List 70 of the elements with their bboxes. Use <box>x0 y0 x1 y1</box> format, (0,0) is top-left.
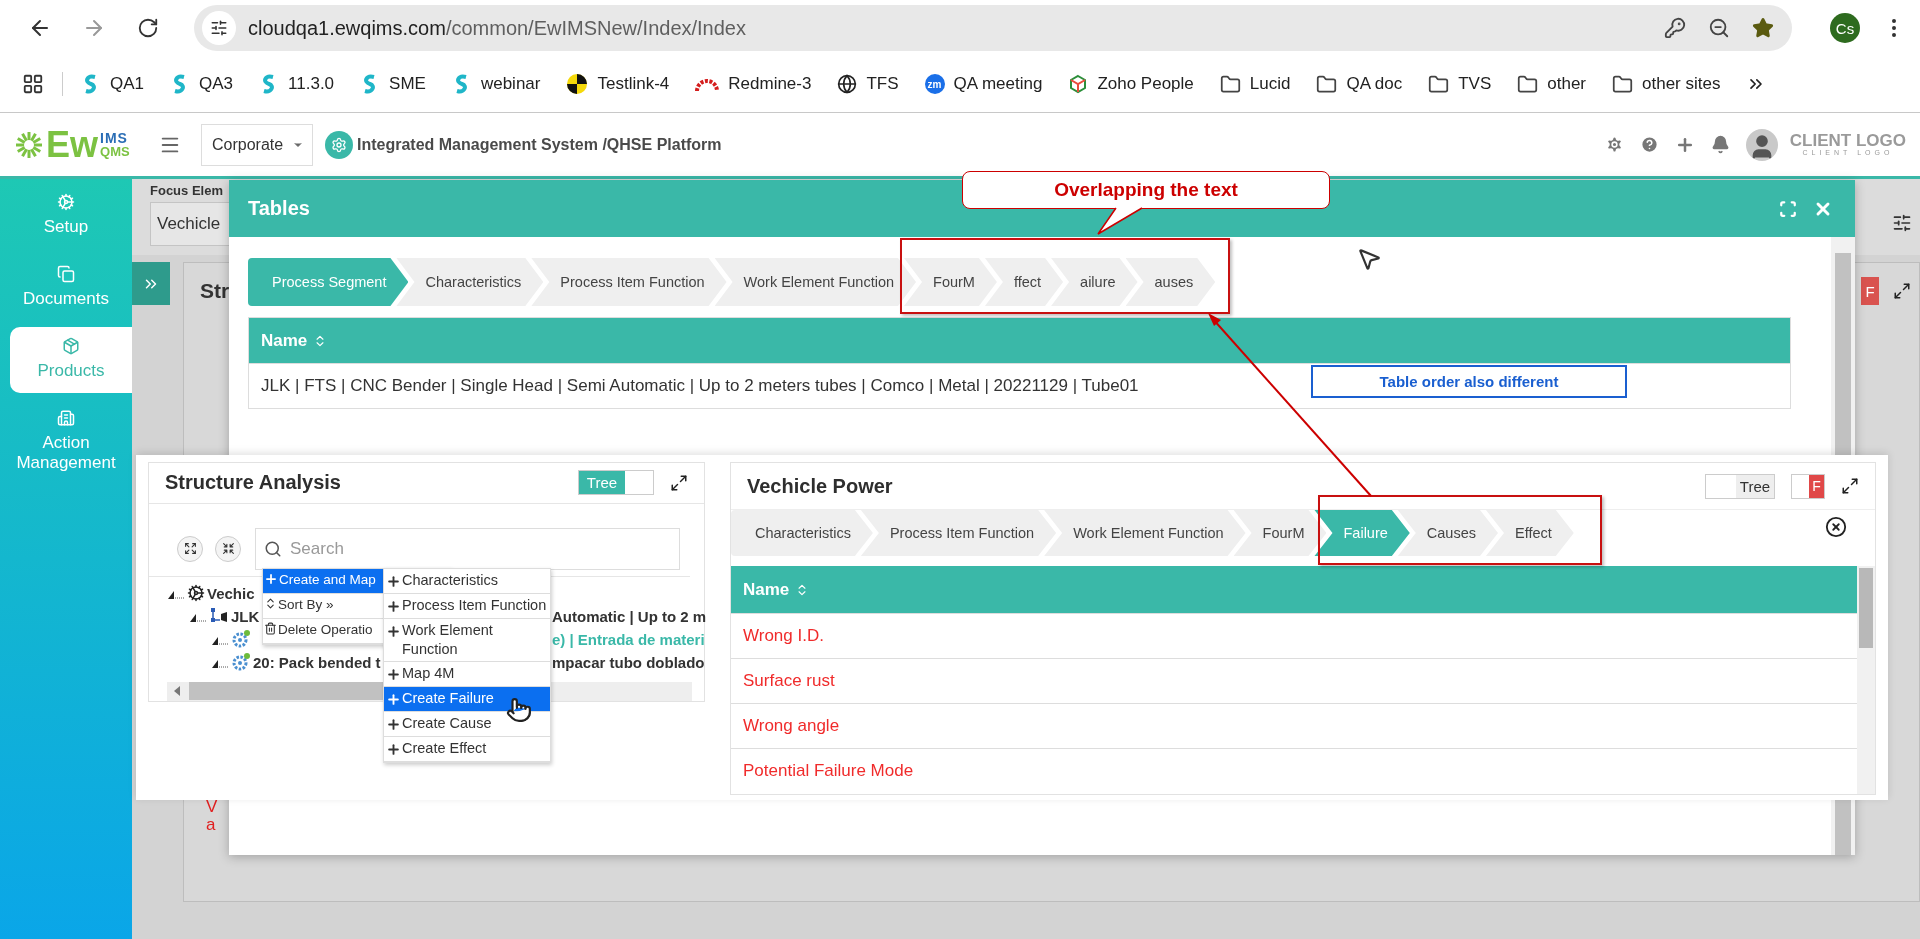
bookmark-link[interactable]: QA3 <box>170 74 234 94</box>
step-tab[interactable]: FourM <box>904 258 997 306</box>
logo-text: Ew <box>46 126 98 163</box>
note-label: Table order also different <box>1311 365 1627 398</box>
table-cell: Wrong angle <box>731 703 1857 748</box>
bookmark-link[interactable]: QA1 <box>81 74 145 94</box>
bookmark-link[interactable]: SME <box>360 74 426 94</box>
bookmark-link[interactable]: TFS <box>837 74 899 94</box>
menu-item[interactable]: Map 4M <box>384 662 550 687</box>
bookmark-link[interactable]: Redmine-3 <box>695 74 812 94</box>
panel-title: Str <box>200 279 230 303</box>
logo-text: QMS <box>100 145 130 158</box>
table-cell: Potential Failure Mode <box>731 748 1857 793</box>
step-tab[interactable]: Work Element Function <box>1044 510 1246 556</box>
tree-node-label[interactable]: Vechic <box>207 584 255 602</box>
menu-item-label: Map 4M <box>402 664 455 683</box>
app-title: Integrated Management System /QHSE Platform <box>357 135 723 154</box>
modal-title: Tables <box>248 197 311 220</box>
bookmark-link[interactable]: Zoho People <box>1068 74 1194 94</box>
step-tab[interactable]: Characteristics <box>396 258 544 306</box>
menu-item[interactable]: Process Item Function <box>384 594 550 619</box>
organization-select[interactable]: Corporate <box>201 123 313 166</box>
profile-avatar[interactable]: Cs <box>1830 13 1860 43</box>
address-bar[interactable]: cloudqa1.ewqims.com/common/EwIMSNew/Index/Index <box>194 5 1792 51</box>
bookmark-link[interactable]: 11.3.0 <box>259 74 335 94</box>
client-logo-text: CLIENT LOGO <box>1789 132 1906 150</box>
flag-toggle[interactable]: F <box>1791 473 1825 499</box>
bookmark-link[interactable]: TVS <box>1428 73 1492 95</box>
menu-item[interactable]: Create Cause <box>384 712 550 737</box>
step-tab[interactable]: ailure <box>1051 258 1138 306</box>
panel-title: Vechicle Power <box>747 474 894 498</box>
field-label: Focus Elem <box>150 183 224 198</box>
step-tab[interactable]: FourM <box>1233 510 1327 556</box>
menu-item-label: Create Cause <box>402 714 492 733</box>
step-tab[interactable]: Work Element Function <box>714 258 917 306</box>
panel-title: Structure Analysis <box>165 471 342 495</box>
bookmark-link[interactable]: Testlink-4 <box>566 73 670 95</box>
note-text: a <box>206 816 217 835</box>
step-tab[interactable]: Causes <box>1397 510 1498 556</box>
menu-item-label: Create Failure <box>402 689 494 708</box>
note-text: V <box>206 797 219 817</box>
bookmark-link[interactable]: other sites <box>1612 73 1721 95</box>
logo-text: IMS <box>100 131 129 145</box>
step-tab[interactable]: Process Item Function <box>860 510 1057 556</box>
menu-item-label: Create Effect <box>402 739 487 758</box>
table-cell: Surface rust <box>731 658 1857 703</box>
menu-item[interactable]: Work Element Function <box>384 619 550 662</box>
step-tab[interactable]: Characteristics <box>731 510 873 556</box>
table-cell: Wrong I.D. <box>731 613 1857 658</box>
tree-node-label[interactable]: 20: Pack bended t <box>253 653 381 671</box>
step-tab[interactable]: auses <box>1125 258 1216 306</box>
bookmark-link[interactable]: Lucid <box>1219 73 1291 95</box>
bookmark-link[interactable]: zm QA meeting <box>924 74 1043 94</box>
flag-toggle[interactable]: F <box>1861 277 1879 305</box>
tree-node-label[interactable]: mpacar tubo doblado <box>552 653 705 671</box>
zm-badge: zm <box>924 74 945 94</box>
tree-node-label[interactable]: Automatic | Up to 2 m <box>552 607 707 625</box>
step-tab[interactable]: Process Item Function <box>531 258 727 306</box>
menu-item[interactable]: Create Failure <box>384 687 550 712</box>
step-tab[interactable]: Effect <box>1486 510 1574 556</box>
tree-node-label[interactable]: JLK <box>231 607 260 625</box>
menu-item[interactable]: Create Effect <box>384 737 550 762</box>
menu-item[interactable]: Characteristics <box>384 569 550 594</box>
tree-toggle[interactable]: Tree <box>1705 473 1775 499</box>
bookmark-link[interactable]: other <box>1517 73 1586 95</box>
url-text: cloudqa1.ewqims.com/common/EwIMSNew/Index/Index <box>248 16 747 40</box>
search-field[interactable]: Search <box>255 527 680 570</box>
focus-element-select[interactable]: Vechicle <box>150 202 232 246</box>
bookmark-link[interactable]: webinar <box>451 74 541 94</box>
bookmark-link[interactable]: QA doc <box>1316 73 1403 95</box>
